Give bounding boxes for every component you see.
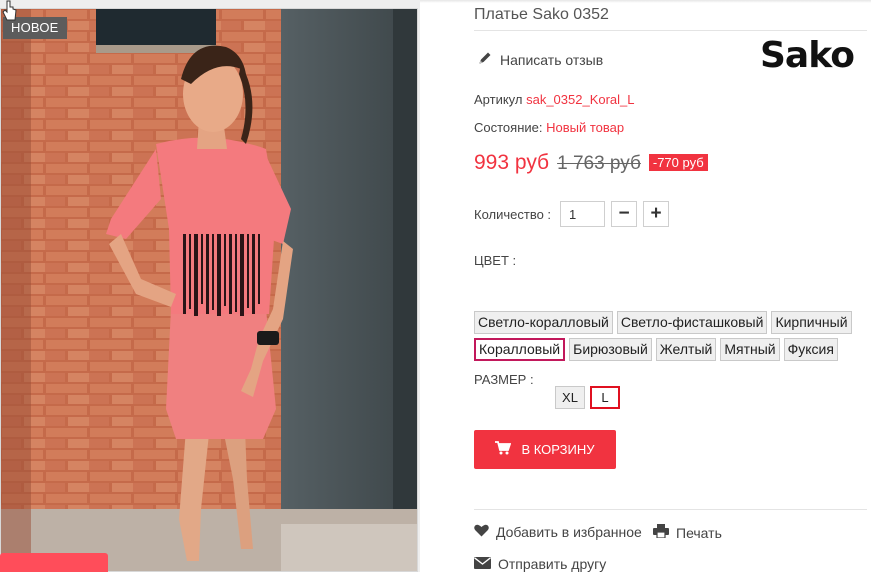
- product-image-panel: НОВОЕ: [0, 0, 420, 572]
- color-options-row-2: Коралловый Бирюзовый Желтый Мятный Фукси…: [474, 338, 838, 361]
- pencil-icon: [478, 51, 492, 68]
- quantity-plus-button[interactable]: +: [643, 201, 670, 227]
- quantity-minus-button[interactable]: −: [611, 201, 638, 227]
- divider: [474, 30, 867, 31]
- sku-value: sak_0352_Koral_L: [526, 92, 635, 107]
- size-label: РАЗМЕР :: [474, 372, 534, 387]
- condition-value: Новый товар: [546, 120, 625, 135]
- top-shadow: [420, 0, 871, 3]
- send-to-friend-link[interactable]: Отправить другу: [474, 556, 606, 572]
- print-link[interactable]: Печать: [653, 524, 722, 541]
- add-to-favorites-label: Добавить в избранное: [496, 524, 642, 540]
- product-title: Платье Sako 0352: [474, 6, 609, 23]
- current-price: 993 руб: [474, 151, 550, 174]
- color-option[interactable]: Желтый: [655, 338, 717, 361]
- size-options: XL L: [555, 386, 620, 409]
- color-options-row-1: Светло-коралловый Светло-фисташковый Кир…: [474, 311, 852, 334]
- discount-badge: -770 руб: [648, 154, 708, 171]
- quantity-row: Количество : − +: [474, 201, 670, 227]
- product-image[interactable]: [0, 8, 418, 572]
- color-option[interactable]: Светло-фисташковый: [616, 311, 768, 334]
- add-to-favorites-link[interactable]: Добавить в избранное: [474, 524, 642, 540]
- color-option[interactable]: Кирпичный: [771, 311, 852, 334]
- sku-row: Артикул sak_0352_Koral_L: [474, 92, 635, 107]
- quantity-input[interactable]: [560, 201, 606, 227]
- quantity-label: Количество :: [474, 206, 552, 222]
- size-option-selected[interactable]: L: [590, 386, 620, 409]
- old-price: 1 763 руб: [557, 153, 641, 174]
- cursor-icon: [2, 0, 18, 27]
- product-details: Платье Sako 0352 Sako Написать отзыв Арт…: [420, 0, 871, 572]
- cart-icon: [495, 441, 512, 458]
- envelope-icon: [474, 556, 491, 572]
- add-to-cart-label: В КОРЗИНУ: [521, 442, 595, 457]
- condition-label: Состояние:: [474, 120, 543, 135]
- add-to-cart-button[interactable]: В КОРЗИНУ: [474, 430, 616, 469]
- write-review-label: Написать отзыв: [500, 51, 604, 68]
- color-option[interactable]: Светло-коралловый: [474, 311, 613, 334]
- sku-label: Артикул: [474, 92, 523, 107]
- color-option[interactable]: Бирюзовый: [569, 338, 652, 361]
- heart-icon: [474, 524, 489, 540]
- promo-tab[interactable]: [0, 553, 108, 572]
- color-label: ЦВЕТ :: [474, 253, 517, 268]
- product-photo-illustration: [1, 9, 417, 571]
- printer-icon: [653, 524, 669, 541]
- size-option[interactable]: XL: [555, 386, 585, 409]
- condition-row: Состояние: Новый товар: [474, 120, 624, 135]
- price-row: 993 руб 1 763 руб -770 руб: [474, 151, 708, 175]
- send-to-friend-label: Отправить другу: [498, 556, 607, 572]
- color-option[interactable]: Фуксия: [783, 338, 838, 361]
- color-option[interactable]: Мятный: [720, 338, 780, 361]
- brand-logo[interactable]: Sako: [760, 38, 866, 74]
- divider: [474, 509, 867, 510]
- print-label: Печать: [676, 524, 722, 541]
- color-option-selected[interactable]: Коралловый: [474, 338, 566, 361]
- write-review-link[interactable]: Написать отзыв: [478, 51, 603, 68]
